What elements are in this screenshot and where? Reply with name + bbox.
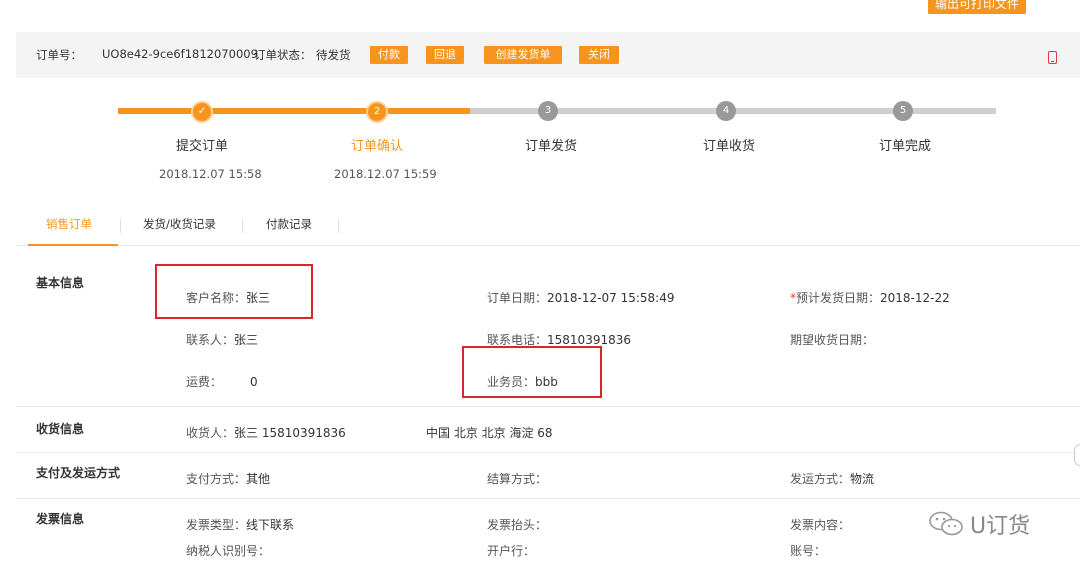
step-3-node: 3 bbox=[538, 101, 558, 121]
step-1-time: 2018.12.07 15:58 bbox=[159, 167, 262, 181]
step-2-time: 2018.12.07 15:59 bbox=[334, 167, 437, 181]
section-title-receiving: 收货信息 bbox=[36, 422, 85, 436]
active-tab-indicator bbox=[28, 244, 118, 246]
order-date-label: 订单日期： bbox=[487, 291, 548, 305]
step-1-check-icon: ✓ bbox=[191, 101, 213, 123]
payment-method-label: 支付方式： bbox=[186, 472, 247, 486]
section-title-payment: 支付及发运方式 bbox=[36, 466, 121, 480]
expected-receive-date-field: 期望收货日期： bbox=[790, 331, 874, 348]
section-title-invoice: 发票信息 bbox=[36, 512, 85, 526]
order-number: UO8e42-9ce6f1812070009 bbox=[102, 47, 258, 61]
receiving-address: 中国 北京 北京 海淀 68 bbox=[426, 426, 553, 440]
contact-field: 联系人：张三 bbox=[186, 331, 258, 348]
tab-divider bbox=[242, 219, 243, 233]
bank-field: 开户行： bbox=[487, 542, 535, 559]
wechat-icon bbox=[929, 511, 963, 536]
expected-receive-date-label: 期望收货日期： bbox=[790, 333, 875, 347]
order-date-field: 订单日期：2018-12-07 15:58:49 bbox=[487, 289, 674, 306]
tab-divider bbox=[120, 219, 121, 233]
taxpayer-id-label: 纳税人识别号： bbox=[186, 544, 271, 558]
expected-ship-date-field: *预计发货日期：2018-12-22 bbox=[790, 289, 950, 306]
settlement-method-field: 结算方式： bbox=[487, 470, 547, 487]
row-divider bbox=[16, 406, 1080, 407]
mobile-phone-icon[interactable] bbox=[1048, 51, 1057, 64]
tab-divider bbox=[338, 219, 339, 233]
order-date-value: 2018-12-07 15:58:49 bbox=[547, 291, 675, 305]
row-divider bbox=[16, 498, 1080, 499]
tab-payment-records[interactable]: 付款记录 bbox=[266, 216, 312, 232]
shipping-method-label: 发运方式： bbox=[790, 472, 851, 486]
watermark: U订货 bbox=[928, 508, 1030, 540]
taxpayer-id-field: 纳税人识别号： bbox=[186, 542, 270, 559]
step-4-node: 4 bbox=[716, 101, 736, 121]
section-title-basic: 基本信息 bbox=[36, 276, 85, 290]
receiver-value: 张三 15810391836 bbox=[234, 426, 346, 440]
payment-method-value: 其他 bbox=[246, 472, 271, 486]
order-status: 待发货 bbox=[316, 48, 351, 62]
invoice-content-label: 发票内容： bbox=[790, 518, 851, 532]
rollback-button[interactable]: 回退 bbox=[426, 46, 464, 64]
tabs-baseline bbox=[16, 245, 1080, 246]
settlement-method-label: 结算方式： bbox=[487, 472, 548, 486]
invoice-header-field: 发票抬头： bbox=[487, 516, 547, 533]
invoice-content-field: 发票内容： bbox=[790, 516, 850, 533]
contact-label: 联系人： bbox=[186, 333, 235, 347]
expected-ship-date-label: 预计发货日期： bbox=[796, 291, 881, 305]
step-5-node: 5 bbox=[893, 101, 913, 121]
step-5-label: 订单完成 bbox=[879, 139, 932, 154]
invoice-header-label: 发票抬头： bbox=[487, 518, 548, 532]
create-shipment-button[interactable]: 创建发货单 bbox=[484, 46, 562, 64]
account-label: 账号： bbox=[790, 544, 827, 558]
account-field: 账号： bbox=[790, 542, 826, 559]
scroll-handle[interactable] bbox=[1074, 444, 1080, 466]
step-3-label: 订单发货 bbox=[525, 139, 578, 154]
freight-value: 0 bbox=[250, 375, 258, 389]
pay-button[interactable]: 付款 bbox=[370, 46, 408, 64]
step-1-label: 提交订单 bbox=[176, 139, 229, 154]
payment-method-field: 支付方式：其他 bbox=[186, 470, 270, 487]
freight-label: 运费： bbox=[186, 375, 223, 389]
row-divider bbox=[16, 452, 1080, 453]
contact-value: 张三 bbox=[234, 333, 259, 347]
highlight-box-salesman bbox=[462, 346, 602, 398]
step-2-label: 订单确认 bbox=[351, 139, 404, 154]
contact-phone-label: 联系电话： bbox=[487, 333, 548, 347]
shipping-method-value: 物流 bbox=[850, 472, 875, 486]
step-4-label: 订单收货 bbox=[703, 139, 756, 154]
bank-label: 开户行： bbox=[487, 544, 536, 558]
contact-phone-value: 15810391836 bbox=[547, 333, 631, 347]
receiver-field: 收货人：张三 15810391836 bbox=[186, 424, 346, 441]
freight-field: 运费： 0 bbox=[186, 373, 258, 390]
invoice-type-value: 线下联系 bbox=[246, 518, 295, 532]
tab-sales-order[interactable]: 销售订单 bbox=[46, 216, 92, 232]
step-2-node: 2 bbox=[366, 101, 388, 123]
highlight-box-customer bbox=[155, 264, 313, 319]
order-header-bar: 订单号： UO8e42-9ce6f1812070009 订单状态： 待发货 付款… bbox=[16, 32, 1080, 78]
receiver-label: 收货人： bbox=[186, 426, 235, 440]
shipping-method-field: 发运方式：物流 bbox=[790, 470, 874, 487]
order-number-label: 订单号： bbox=[36, 48, 82, 62]
export-printable-button[interactable]: 输出可打印文件 bbox=[928, 0, 1026, 14]
invoice-type-field: 发票类型：线下联系 bbox=[186, 516, 294, 533]
expected-ship-date-value: 2018-12-22 bbox=[880, 291, 950, 305]
order-status-label: 订单状态： bbox=[254, 48, 312, 62]
close-order-button[interactable]: 关闭 bbox=[579, 46, 619, 64]
watermark-text: U订货 bbox=[970, 514, 1031, 539]
progress-track-done bbox=[118, 108, 470, 114]
tab-shipping-records[interactable]: 发货/收货记录 bbox=[143, 216, 216, 232]
invoice-type-label: 发票类型： bbox=[186, 518, 247, 532]
